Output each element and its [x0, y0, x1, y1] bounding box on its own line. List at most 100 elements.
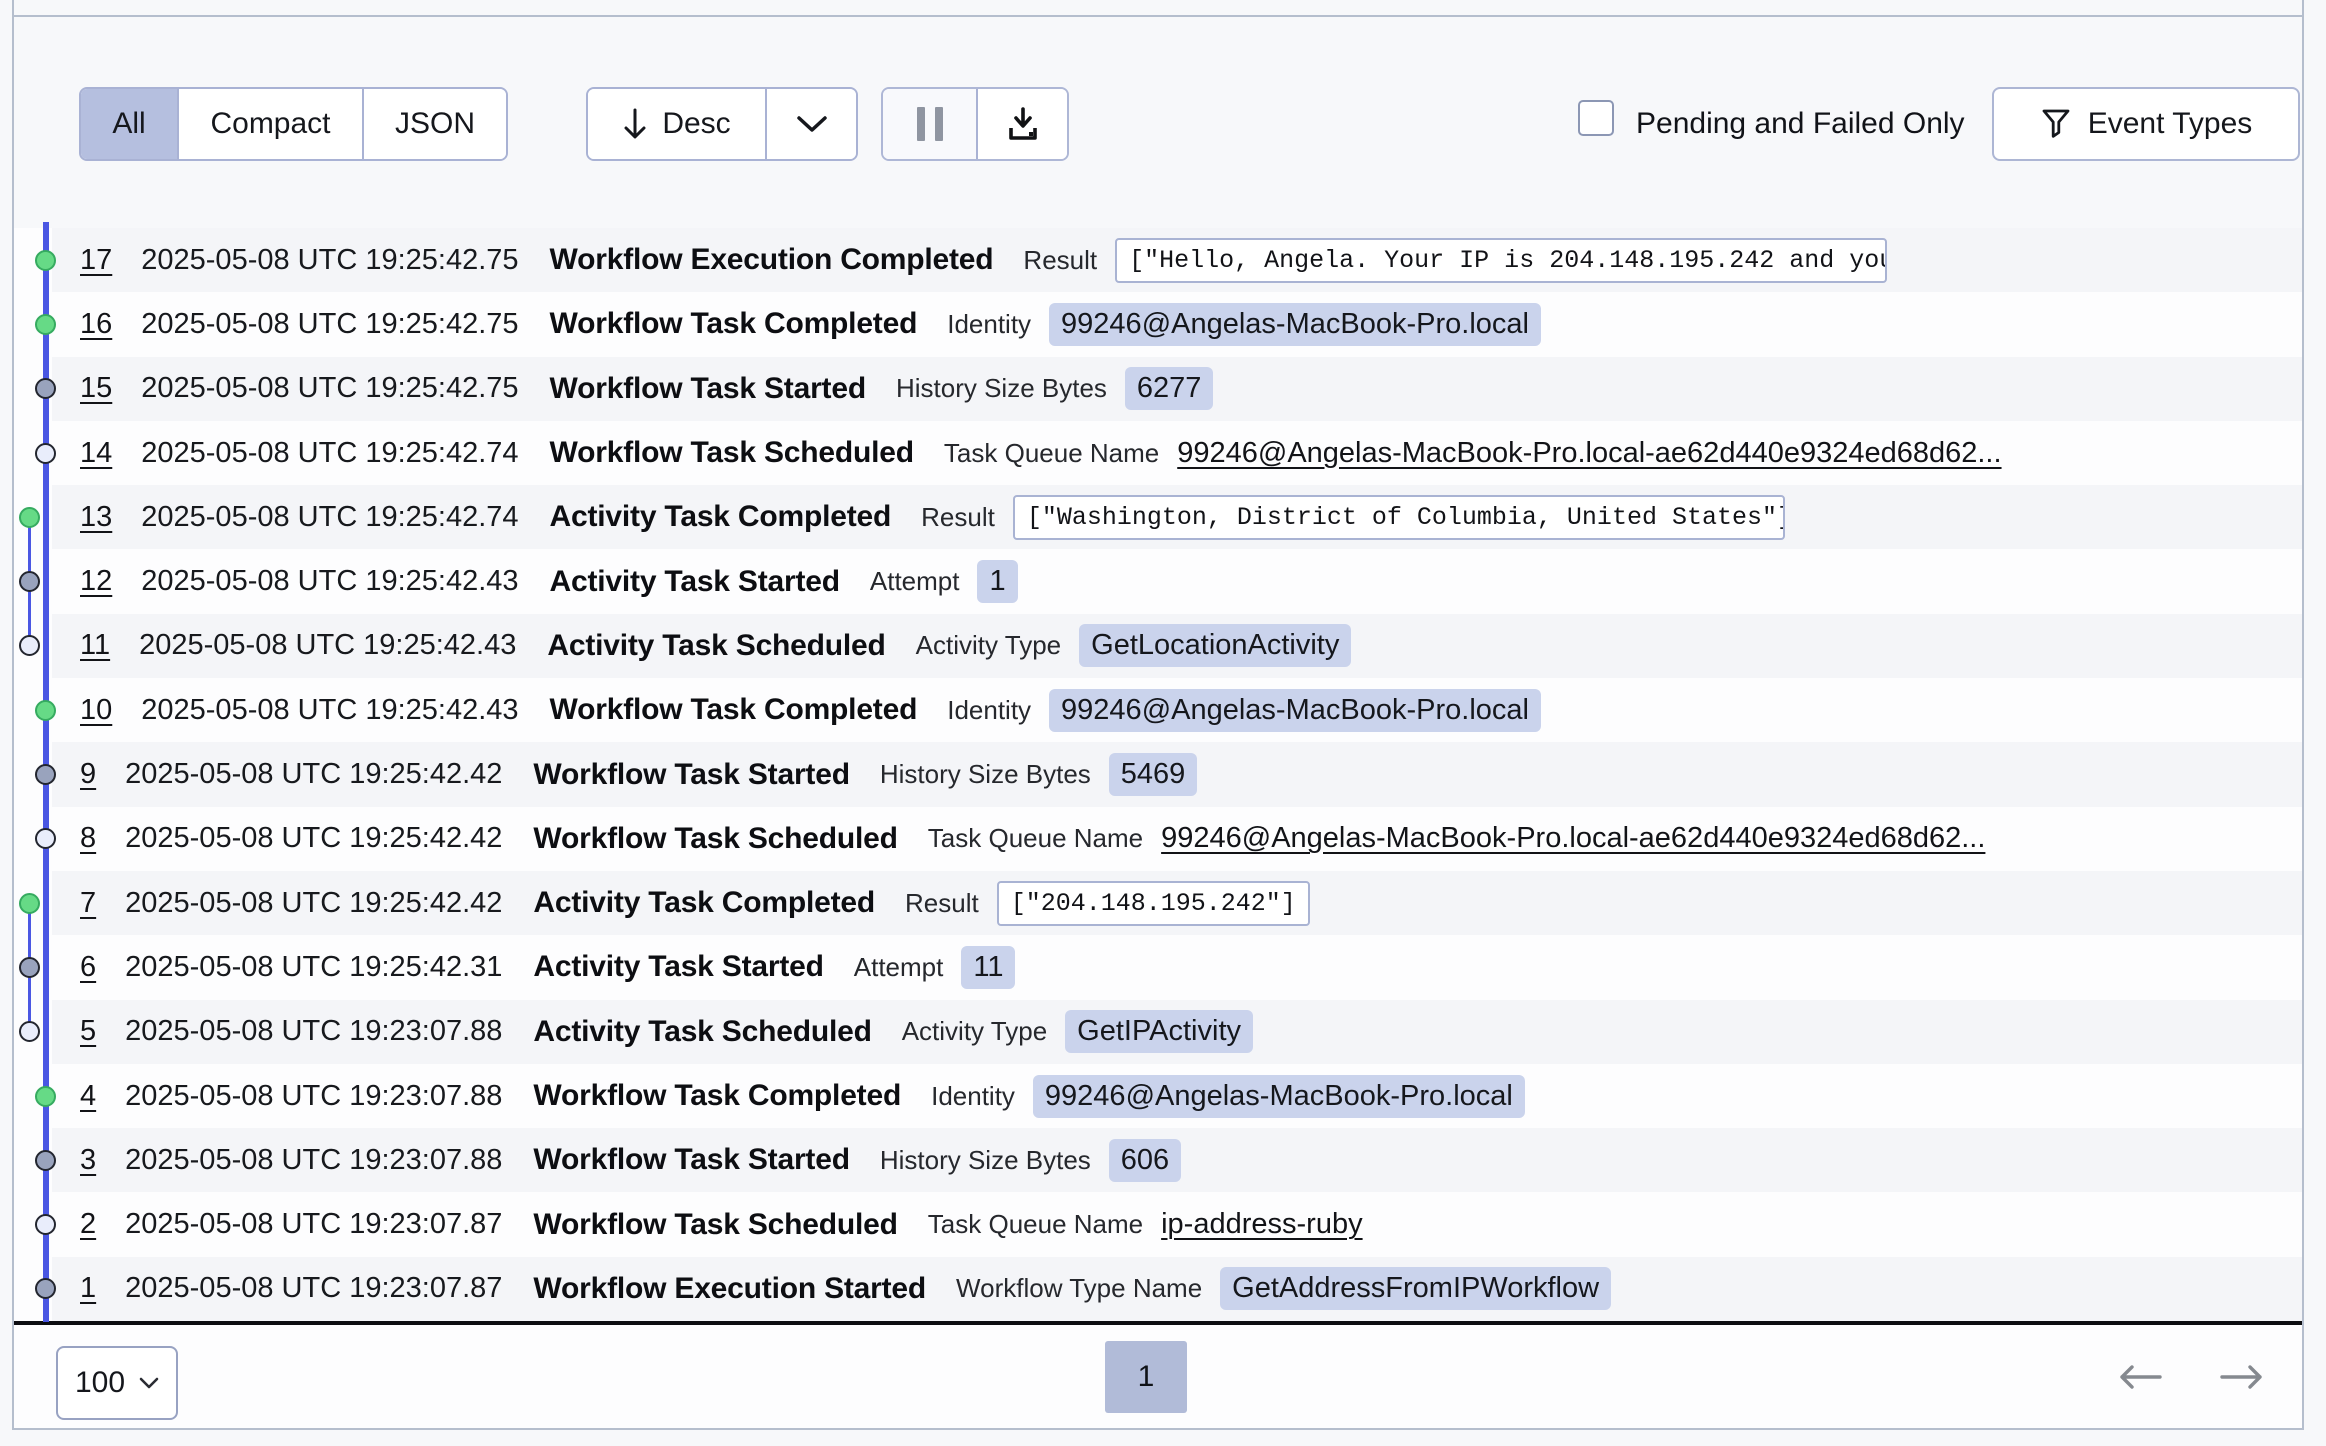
event-row[interactable]: 22025-05-08 UTC 19:23:07.87Workflow Task… — [52, 1192, 2302, 1256]
event-id-link[interactable]: 13 — [80, 501, 112, 534]
event-id-link[interactable]: 17 — [80, 244, 112, 277]
event-attribute-badge: 1 — [977, 560, 1017, 603]
chevron-down-icon — [139, 1377, 159, 1390]
event-status-dot-completed — [35, 700, 56, 721]
event-types-button[interactable]: Event Types — [1992, 87, 2300, 161]
event-attribute-label: Result — [905, 888, 979, 919]
event-result-code: ["204.148.195.242"] — [997, 881, 1310, 926]
event-row[interactable]: 112025-05-08 UTC 19:25:42.43Activity Tas… — [52, 614, 2302, 678]
sort-desc-button[interactable]: Desc — [588, 89, 765, 159]
current-page-button[interactable]: 1 — [1105, 1341, 1187, 1413]
event-status-dot-scheduled — [35, 443, 56, 464]
event-name: Workflow Task Completed — [533, 1079, 901, 1113]
event-row[interactable]: 17 2025-05-08 UTC 19:25:42.75 Workflow Exe… — [52, 228, 2302, 292]
event-id-link[interactable]: 9 — [80, 758, 96, 791]
table-bottom-divider — [14, 1321, 2302, 1325]
event-timestamp: 2025-05-08 UTC 19:25:42.75 — [141, 244, 518, 277]
event-row[interactable]: 62025-05-08 UTC 19:25:42.31Activity Task… — [52, 935, 2302, 999]
event-status-dot-started — [35, 378, 56, 399]
event-id-link[interactable]: 5 — [80, 1015, 96, 1048]
event-name: Workflow Task Scheduled — [550, 436, 914, 470]
event-status-dot-scheduled — [35, 828, 56, 849]
event-timestamp: 2025-05-08 UTC 19:25:42.75 — [141, 308, 518, 341]
download-icon — [1004, 105, 1042, 143]
event-id-link[interactable]: 1 — [80, 1272, 96, 1305]
event-attribute-badge: GetIPActivity — [1065, 1010, 1253, 1053]
event-attribute-badge: GetAddressFromIPWorkflow — [1220, 1267, 1611, 1310]
event-attribute-label: Workflow Type Name — [956, 1273, 1202, 1304]
event-row[interactable]: 72025-05-08 UTC 19:25:42.42Activity Task… — [52, 871, 2302, 935]
event-timestamp: 2025-05-08 UTC 19:23:07.88 — [125, 1015, 502, 1048]
pending-failed-checkbox[interactable] — [1578, 100, 1614, 136]
event-name: Workflow Task Scheduled — [533, 822, 897, 856]
tab-json[interactable]: JSON — [362, 89, 506, 159]
event-timestamp: 2025-05-08 UTC 19:23:07.87 — [125, 1208, 502, 1241]
task-queue-link[interactable]: 99246@Angelas-MacBook-Pro.local-ae62d440… — [1177, 437, 2001, 470]
event-id-link[interactable]: 12 — [80, 565, 112, 598]
event-id-link[interactable]: 4 — [80, 1080, 96, 1113]
task-queue-link[interactable]: 99246@Angelas-MacBook-Pro.local-ae62d440… — [1161, 822, 1985, 855]
event-row[interactable]: 14 2025-05-08 UTC 19:25:42.74 Workflow Tas… — [52, 421, 2302, 485]
sort-options-dropdown[interactable] — [765, 89, 856, 159]
event-id-link[interactable]: 8 — [80, 822, 96, 855]
event-timestamp: 2025-05-08 UTC 19:25:42.43 — [141, 565, 518, 598]
event-row[interactable]: 32025-05-08 UTC 19:23:07.88Workflow Task… — [52, 1128, 2302, 1192]
filter-icon — [2040, 107, 2072, 141]
event-timestamp: 2025-05-08 UTC 19:23:07.88 — [125, 1144, 502, 1177]
event-id-link[interactable]: 7 — [80, 887, 96, 920]
event-row[interactable]: 162025-05-08 UTC 19:25:42.75Workflow Tas… — [52, 292, 2302, 356]
event-result-code: ["Hello, Angela. Your IP is 204.148.195.… — [1115, 238, 1887, 283]
event-row[interactable]: 122025-05-08 UTC 19:25:42.43Activity Tas… — [52, 549, 2302, 613]
event-timestamp: 2025-05-08 UTC 19:23:07.87 — [125, 1272, 502, 1305]
event-id-link[interactable]: 6 — [80, 951, 96, 984]
event-status-dot-scheduled — [35, 1214, 56, 1235]
event-name: Activity Task Completed — [550, 500, 892, 534]
event-status-dot-started — [35, 1278, 56, 1299]
event-id-link[interactable]: 11 — [80, 629, 110, 662]
event-row[interactable]: 52025-05-08 UTC 19:23:07.88Activity Task… — [52, 1000, 2302, 1064]
event-types-label: Event Types — [2088, 107, 2253, 141]
event-attribute-label: Attempt — [854, 952, 944, 983]
event-attribute-badge: GetLocationActivity — [1079, 624, 1351, 667]
event-id-link[interactable]: 2 — [80, 1208, 96, 1241]
event-attribute-label: Attempt — [870, 566, 960, 597]
event-status-dot-completed — [19, 893, 40, 914]
event-id-link[interactable]: 3 — [80, 1144, 96, 1177]
event-history-table: 172025-05-08 UTC 19:25:42.75Workflow Exe… — [14, 228, 2302, 1321]
event-rows: 172025-05-08 UTC 19:25:42.75Workflow Exe… — [14, 228, 2302, 1321]
pause-button[interactable] — [883, 89, 976, 159]
event-attribute-label: Task Queue Name — [928, 1209, 1143, 1240]
event-row[interactable]: 12025-05-08 UTC 19:23:07.87Workflow Exec… — [52, 1257, 2302, 1321]
event-row[interactable]: 92025-05-08 UTC 19:25:42.42Workflow Task… — [52, 742, 2302, 806]
event-id-link[interactable]: 10 — [80, 694, 112, 727]
event-row[interactable]: 132025-05-08 UTC 19:25:42.74Activity Tas… — [52, 485, 2302, 549]
page-size-select[interactable]: 100 — [56, 1346, 178, 1420]
event-attribute-label: Activity Type — [916, 630, 1061, 661]
next-page-icon[interactable] — [2220, 1363, 2264, 1391]
event-name: Workflow Task Started — [550, 372, 866, 406]
event-timestamp: 2025-05-08 UTC 19:25:42.74 — [141, 437, 518, 470]
event-id-link[interactable]: 14 — [80, 437, 112, 470]
event-status-dot-started — [35, 764, 56, 785]
event-row[interactable]: 82025-05-08 UTC 19:25:42.42Workflow Task… — [52, 807, 2302, 871]
event-id-link[interactable]: 16 — [80, 308, 112, 341]
event-row[interactable]: 42025-05-08 UTC 19:23:07.88Workflow Task… — [52, 1064, 2302, 1128]
event-row[interactable]: 102025-05-08 UTC 19:25:42.43Workflow Tas… — [52, 678, 2302, 742]
sort-order-label: Desc — [662, 107, 730, 141]
download-button[interactable] — [976, 89, 1067, 159]
event-timestamp: 2025-05-08 UTC 19:25:42.75 — [141, 372, 518, 405]
event-name: Activity Task Scheduled — [547, 629, 885, 663]
event-attribute-label: Task Queue Name — [944, 438, 1159, 469]
event-attribute-label: Identity — [931, 1081, 1015, 1112]
event-name: Workflow Task Started — [533, 758, 849, 792]
event-id-link[interactable]: 15 — [80, 372, 112, 405]
tab-all[interactable]: All — [81, 89, 177, 159]
pending-failed-label: Pending and Failed Only — [1636, 87, 1965, 161]
task-queue-link[interactable]: ip-address-ruby — [1161, 1208, 1362, 1241]
event-status-dot-completed — [35, 314, 56, 335]
tab-compact[interactable]: Compact — [177, 89, 362, 159]
event-name: Workflow Execution Completed — [550, 243, 994, 277]
event-row[interactable]: 15 2025-05-08 UTC 19:25:42.75 Workflow Tas… — [52, 357, 2302, 421]
previous-page-icon[interactable] — [2118, 1363, 2162, 1391]
event-attribute-label: Activity Type — [902, 1016, 1047, 1047]
